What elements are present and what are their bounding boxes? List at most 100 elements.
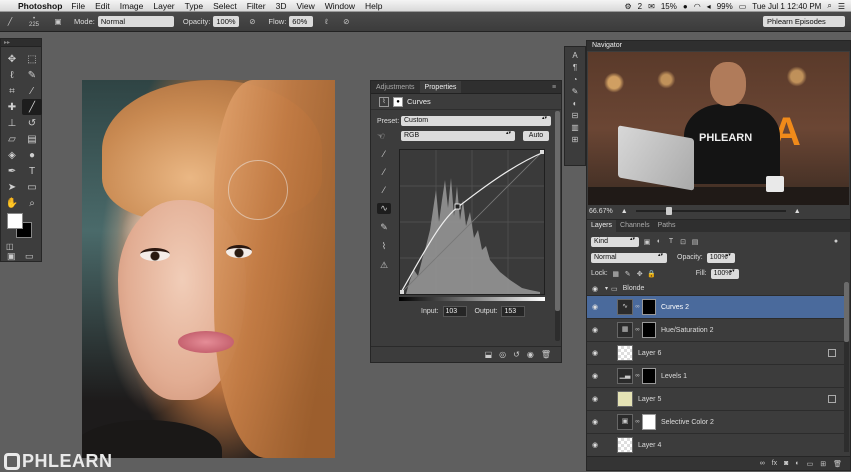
brush-tool-icon[interactable]: ╱	[22, 99, 42, 115]
sample-white-icon[interactable]: ⁄	[383, 185, 385, 195]
curves-graph[interactable]	[399, 149, 545, 295]
filter-pixel-icon[interactable]: ▣	[643, 238, 651, 246]
quick-mask-icon[interactable]: ◫	[6, 242, 14, 251]
gradient-tool-icon[interactable]: ▤	[22, 131, 42, 147]
layer-row-layer-6[interactable]: ◉ Layer 6	[587, 342, 844, 365]
mask-icon[interactable]: ●	[393, 96, 403, 107]
color-swatches[interactable]	[7, 213, 35, 239]
mode-select[interactable]: Normal	[97, 16, 174, 27]
pressure-opacity-icon[interactable]: ⊘	[245, 16, 259, 28]
tab-properties[interactable]: Properties	[419, 81, 462, 93]
new-group-icon[interactable]: ▭	[807, 460, 814, 468]
filter-kind-select[interactable]: Kind	[591, 236, 639, 247]
draw-curve-icon[interactable]: ✎	[380, 222, 388, 233]
layer-style-icon[interactable]: fx	[772, 460, 777, 467]
edit-points-icon[interactable]: ∿	[377, 203, 391, 214]
list-icon[interactable]: ☰	[838, 2, 845, 11]
zoom-tool-icon[interactable]: ⌕	[22, 195, 42, 211]
clip-to-layer-icon[interactable]: ⬓	[485, 350, 493, 359]
search-icon[interactable]: ⌕	[827, 1, 831, 11]
properties-panel-icon[interactable]: ⊟	[572, 111, 579, 120]
menu-select[interactable]: Select	[213, 1, 237, 11]
visibility-eye-icon[interactable]: ◉	[587, 372, 603, 380]
menu-window[interactable]: Window	[325, 1, 355, 11]
new-layer-icon[interactable]: ⊞	[820, 460, 826, 468]
status-icon[interactable]: ⚙	[625, 2, 632, 11]
adjustments-panel-icon[interactable]: ◐	[573, 99, 578, 108]
volume-icon[interactable]: ◂	[707, 2, 711, 11]
badge-count[interactable]: 2	[638, 2, 642, 11]
menu-type[interactable]: Type	[185, 1, 203, 11]
brush-panel-icon[interactable]: ▣	[51, 16, 65, 28]
eyedropper-tool-icon[interactable]: ⁄	[22, 83, 42, 99]
lock-position-icon[interactable]: ✥	[636, 270, 644, 278]
link-chain-icon[interactable]: ∞	[633, 304, 642, 310]
character-panel-icon[interactable]: A	[572, 51, 577, 60]
battery-a-text[interactable]: 15%	[661, 2, 677, 11]
input-field[interactable]: 103	[442, 306, 467, 317]
screen-mode-alt-icon[interactable]: ▭	[25, 251, 34, 262]
layer-mask-thumbnail[interactable]	[642, 322, 656, 338]
tab-channels[interactable]: Channels	[616, 220, 654, 232]
fill-field[interactable]: 100%	[710, 268, 739, 279]
smooth-curve-icon[interactable]: ⌇	[382, 241, 386, 252]
layer-row-hue-saturation-2[interactable]: ◉ ▦ ∞ Hue/Saturation 2	[587, 319, 844, 342]
layer-row-selective-color-2[interactable]: ◉ ▣ ∞ Selective Color 2	[587, 411, 844, 434]
brush-panel-icon[interactable]: ✎	[572, 87, 579, 96]
output-field[interactable]: 153	[501, 306, 526, 317]
clone-stamp-tool-icon[interactable]: ⊥	[2, 115, 22, 131]
eraser-tool-icon[interactable]: ▱	[2, 131, 22, 147]
tab-adjustments[interactable]: Adjustments	[371, 81, 420, 93]
workspace-select[interactable]: Phlearn Episodes	[763, 16, 845, 27]
channels-panel-icon[interactable]: ⊞	[572, 135, 579, 144]
tab-layers[interactable]: Layers	[587, 220, 617, 232]
layer-row-layer-4[interactable]: ◉ Layer 4	[587, 434, 844, 457]
trash-icon[interactable]: 🗑	[541, 350, 551, 359]
history-panel-icon[interactable]: ◔	[573, 75, 578, 84]
filter-toggle-icon[interactable]: ●	[832, 238, 840, 246]
clipping-warning-icon[interactable]: ⚠	[380, 260, 388, 271]
lasso-tool-icon[interactable]: ℓ	[2, 67, 22, 83]
filter-type-icon[interactable]: T	[667, 238, 675, 246]
filter-smart-object-icon[interactable]: ▤	[691, 238, 699, 246]
flow-field[interactable]: 60%	[289, 16, 314, 27]
panel-menu-icon[interactable]: ≡	[547, 81, 561, 93]
blend-mode-select[interactable]: Normal	[591, 252, 667, 263]
app-menu[interactable]: Photoshop	[18, 1, 62, 11]
channel-select[interactable]: RGB	[401, 131, 515, 141]
blur-tool-icon[interactable]: ◈	[2, 147, 22, 163]
layer-row-levels-1[interactable]: ◉ ▁▃ ∞ Levels 1	[587, 365, 844, 388]
menu-edit[interactable]: Edit	[95, 1, 110, 11]
group-expand-icon[interactable]: ▾	[605, 285, 608, 292]
reset-icon[interactable]: ↺	[513, 350, 520, 359]
link-chain-icon[interactable]: ∞	[633, 419, 642, 425]
dodge-tool-icon[interactable]: ●	[22, 147, 42, 163]
properties-scrollbar[interactable]	[555, 111, 560, 341]
airbrush-icon[interactable]: ℓ	[319, 16, 333, 28]
menu-filter[interactable]: Filter	[247, 1, 266, 11]
battery-icon[interactable]: ▭	[739, 2, 747, 11]
scrollbar-thumb[interactable]	[555, 111, 560, 311]
on-image-adjust-icon[interactable]: ☜	[377, 131, 401, 142]
menu-image[interactable]: Image	[120, 1, 144, 11]
menu-help[interactable]: Help	[365, 1, 382, 11]
visibility-eye-icon[interactable]: ◉	[587, 349, 603, 357]
status-icon[interactable]: ●	[683, 2, 688, 11]
opacity-field[interactable]: 100%	[213, 16, 240, 27]
zoom-value[interactable]: 66.67%	[589, 208, 613, 215]
marquee-tool-icon[interactable]: ⬚	[22, 51, 42, 67]
paragraph-panel-icon[interactable]: ¶	[573, 63, 577, 72]
move-tool-icon[interactable]: ✥	[2, 51, 22, 67]
menu-view[interactable]: View	[296, 1, 314, 11]
brush-size-picker[interactable]: • 225	[23, 16, 45, 28]
layers-scrollbar[interactable]	[844, 282, 849, 452]
layer-mask-thumbnail[interactable]	[642, 299, 656, 315]
crop-tool-icon[interactable]: ⌗	[2, 83, 22, 99]
toolbox-header[interactable]: ▸▸	[1, 39, 41, 47]
clock[interactable]: Tue Jul 1 12:40 PM	[752, 2, 821, 11]
layer-row-layer-5[interactable]: ◉ Layer 5	[587, 388, 844, 411]
add-mask-icon[interactable]: ◙	[784, 460, 788, 467]
history-brush-tool-icon[interactable]: ↺	[22, 115, 42, 131]
shape-tool-icon[interactable]: ▭	[22, 179, 42, 195]
layer-row-curves-2[interactable]: ◉ ∿ ∞ Curves 2	[587, 296, 844, 319]
